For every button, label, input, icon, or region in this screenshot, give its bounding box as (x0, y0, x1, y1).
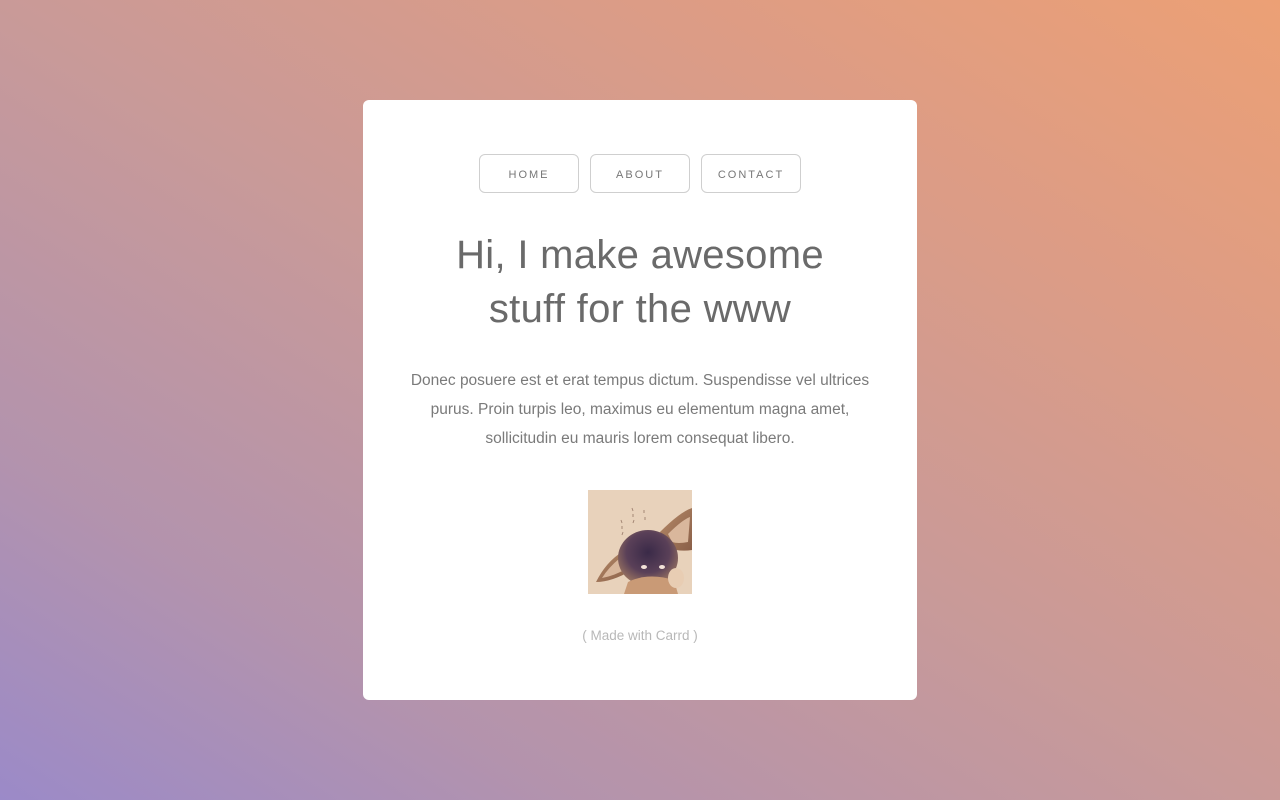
nav-bar: HOME ABOUT CONTACT (363, 154, 917, 193)
nav-contact-button[interactable]: CONTACT (701, 154, 801, 193)
intro-line-2: purus. Proin turpis leo, maximus eu elem… (430, 401, 850, 418)
headline-line-2: stuff for the www (488, 287, 792, 331)
page-title: Hi, I make awesome stuff for the www (363, 228, 917, 336)
nav-about-button[interactable]: ABOUT (590, 154, 690, 193)
credit-close-paren: ) (689, 628, 698, 643)
intro-paragraph: Donec posuere est et erat tempus dictum.… (403, 366, 877, 453)
headline-line-1: Hi, I make awesome (456, 233, 824, 277)
main-card: HOME ABOUT CONTACT Hi, I make awesome st… (363, 100, 917, 700)
intro-line-3: sollicitudin eu mauris lorem consequat l… (485, 430, 795, 447)
carrd-link[interactable]: Made with Carrd (590, 628, 689, 643)
avatar-image (588, 490, 692, 594)
made-with-carrd-credit: ( Made with Carrd ) (363, 628, 917, 643)
avatar-illustration (588, 490, 692, 594)
nav-home-button[interactable]: HOME (479, 154, 579, 193)
intro-line-1: Donec posuere est et erat tempus dictum.… (410, 372, 870, 389)
